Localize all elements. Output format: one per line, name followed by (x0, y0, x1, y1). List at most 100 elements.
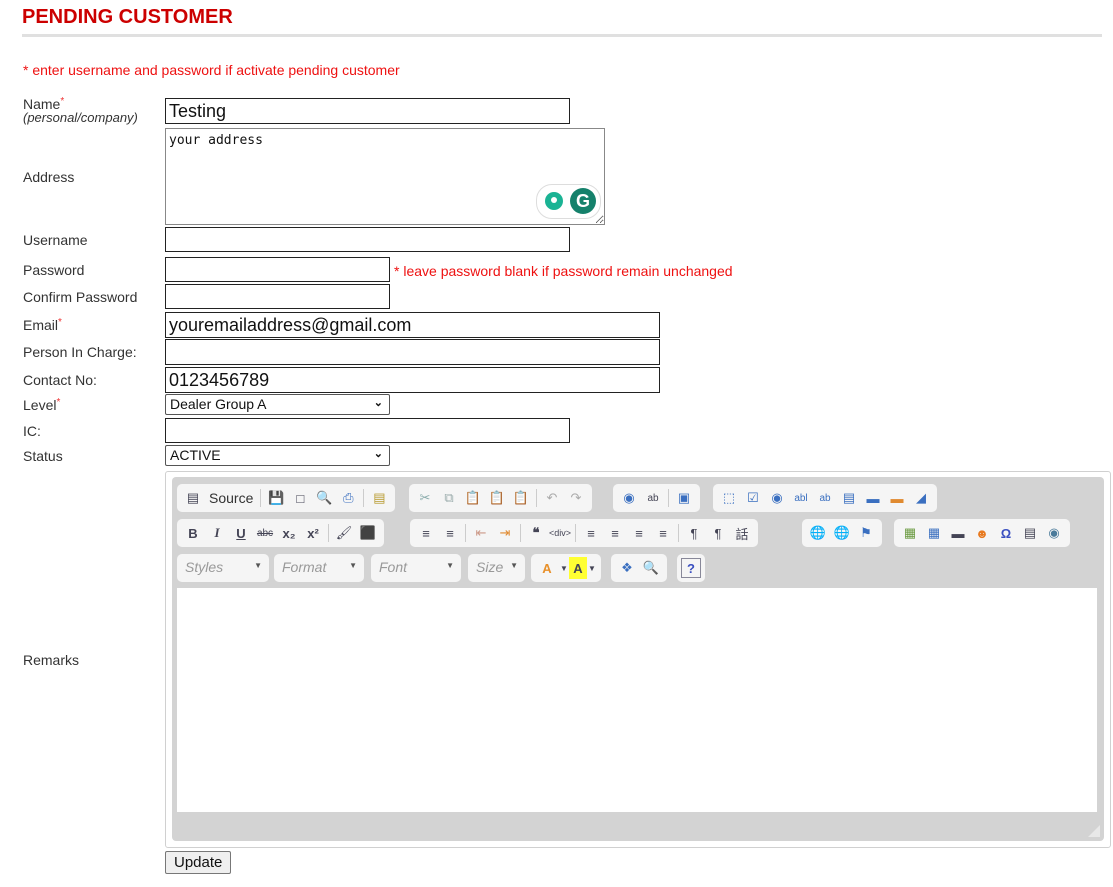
form-icon[interactable]: ⬚ (717, 487, 741, 509)
page-break-icon[interactable]: ▤ (1018, 522, 1042, 544)
subscript-icon[interactable]: x₂ (277, 522, 301, 544)
email-input[interactable] (165, 312, 660, 338)
format-combo[interactable]: Format ▼ (274, 554, 364, 582)
bulleted-list-icon[interactable]: ≡ (438, 522, 462, 544)
language-icon[interactable]: 話 (730, 522, 754, 544)
copy-icon[interactable]: ⧉ (437, 487, 461, 509)
superscript-icon[interactable]: x² (301, 522, 325, 544)
outdent-icon[interactable]: ⇤ (469, 522, 493, 544)
checkbox-icon[interactable]: ☑ (741, 487, 765, 509)
separator (575, 524, 576, 542)
remove-format-icon[interactable]: ⬛ (356, 522, 380, 544)
source-icon[interactable]: ▤ (181, 487, 205, 509)
select-field-icon[interactable]: ▤ (837, 487, 861, 509)
format-combo-label: Format (282, 559, 327, 575)
level-select[interactable]: Dealer Group A ⌄ (165, 394, 390, 415)
special-char-icon[interactable]: Ω (994, 522, 1018, 544)
font-combo[interactable]: Font ▼ (371, 554, 461, 582)
align-left-icon[interactable]: ≡ (579, 522, 603, 544)
toolbar-group-colors: A ▼ A ▼ (531, 554, 601, 582)
confirm-password-input[interactable] (165, 284, 390, 309)
find-icon[interactable]: ◉ (617, 487, 641, 509)
password-note: * leave password blank if password remai… (394, 263, 733, 279)
paste-text-icon[interactable]: 📋 (485, 487, 509, 509)
unlink-icon[interactable]: 🌐 (830, 522, 854, 544)
required-mark: * (58, 317, 62, 328)
toolbar-group-insert: ▦ ▦ ▬ ☻ Ω ▤ ◉ (894, 519, 1070, 547)
bold-icon[interactable]: B (181, 522, 205, 544)
strikethrough-icon[interactable]: abc (253, 522, 277, 544)
chevron-down-icon: ⌄ (373, 397, 383, 409)
toolbar-group-clipboard: ✂ ⧉ 📋 📋 📋 ↶ ↷ (409, 484, 592, 512)
text-direction-ltr-icon[interactable]: ¶ (682, 522, 706, 544)
align-right-icon[interactable]: ≡ (627, 522, 651, 544)
remarks-content-area[interactable] (177, 588, 1097, 812)
resize-handle[interactable] (1088, 825, 1100, 837)
person-in-charge-label: Person In Charge: (23, 344, 137, 360)
help-icon[interactable]: ? (681, 558, 701, 578)
toolbar-group-links: 🌐 🌐 ⚑ (802, 519, 882, 547)
anchor-icon[interactable]: ⚑ (854, 522, 878, 544)
text-field-icon[interactable]: abl (789, 487, 813, 509)
replace-icon[interactable]: ab (641, 487, 665, 509)
ic-input[interactable] (165, 418, 570, 443)
grammarly-widget[interactable]: G (536, 184, 601, 219)
underline-icon[interactable]: U (229, 522, 253, 544)
dropdown-arrow-icon[interactable]: ▼ (587, 557, 597, 579)
templates-icon[interactable]: ▤ (367, 487, 391, 509)
source-button[interactable]: Source (205, 487, 257, 509)
grammarly-icon[interactable]: G (570, 188, 596, 214)
password-input[interactable] (165, 257, 390, 282)
radio-icon[interactable]: ◉ (765, 487, 789, 509)
person-in-charge-input[interactable] (165, 339, 660, 365)
required-mark: * (60, 96, 65, 107)
toolbar-group-find: ◉ ab ▣ (613, 484, 700, 512)
smiley-icon[interactable]: ☻ (970, 522, 994, 544)
table-icon[interactable]: ▦ (922, 522, 946, 544)
italic-icon[interactable]: I (205, 522, 229, 544)
paste-icon[interactable]: 📋 (461, 487, 485, 509)
background-color-icon[interactable]: A (569, 557, 587, 579)
image-icon[interactable]: ▦ (898, 522, 922, 544)
link-icon[interactable]: 🌐 (806, 522, 830, 544)
image-button-icon[interactable]: ▬ (885, 487, 909, 509)
styles-combo[interactable]: Styles ▼ (177, 554, 269, 582)
iframe-icon[interactable]: ◉ (1042, 522, 1066, 544)
paste-word-icon[interactable]: 📋 (509, 487, 533, 509)
size-combo[interactable]: Size ▼ (468, 554, 525, 582)
print-icon[interactable]: ⎙ (336, 487, 360, 509)
show-blocks-icon[interactable]: 🔍 (639, 557, 663, 579)
lightbulb-icon[interactable] (545, 192, 563, 210)
update-button[interactable]: Update (165, 851, 232, 874)
blockquote-icon[interactable]: ❝ (524, 522, 548, 544)
cut-icon[interactable]: ✂ (413, 487, 437, 509)
level-selected: Dealer Group A (170, 396, 267, 412)
text-direction-rtl-icon[interactable]: ¶ (706, 522, 730, 544)
name-input[interactable] (165, 98, 570, 124)
textarea-icon[interactable]: ab (813, 487, 837, 509)
select-all-icon[interactable]: ▣ (672, 487, 696, 509)
button-icon[interactable]: ▬ (861, 487, 885, 509)
name-label: Name* (personal/company) (23, 96, 138, 125)
save-icon[interactable]: 💾 (264, 487, 288, 509)
hidden-field-icon[interactable]: ◢ (909, 487, 933, 509)
ic-label: IC: (23, 423, 41, 439)
copy-format-icon[interactable]: 🖌 (332, 522, 356, 544)
horizontal-rule-icon[interactable]: ▬ (946, 522, 970, 544)
align-center-icon[interactable]: ≡ (603, 522, 627, 544)
level-label-text: Level (23, 397, 57, 413)
create-div-icon[interactable]: <div> (548, 522, 572, 544)
text-color-icon[interactable]: A (535, 557, 559, 579)
maximize-icon[interactable]: ❖ (615, 557, 639, 579)
redo-icon[interactable]: ↷ (564, 487, 588, 509)
new-page-icon[interactable]: □ (288, 487, 312, 509)
preview-icon[interactable]: 🔍 (312, 487, 336, 509)
status-select[interactable]: ACTIVE ⌄ (165, 445, 390, 466)
numbered-list-icon[interactable]: ≡ (414, 522, 438, 544)
undo-icon[interactable]: ↶ (540, 487, 564, 509)
indent-icon[interactable]: ⇥ (493, 522, 517, 544)
justify-icon[interactable]: ≡ (651, 522, 675, 544)
dropdown-arrow-icon[interactable]: ▼ (559, 557, 569, 579)
username-input[interactable] (165, 227, 570, 252)
contact-no-input[interactable] (165, 367, 660, 393)
